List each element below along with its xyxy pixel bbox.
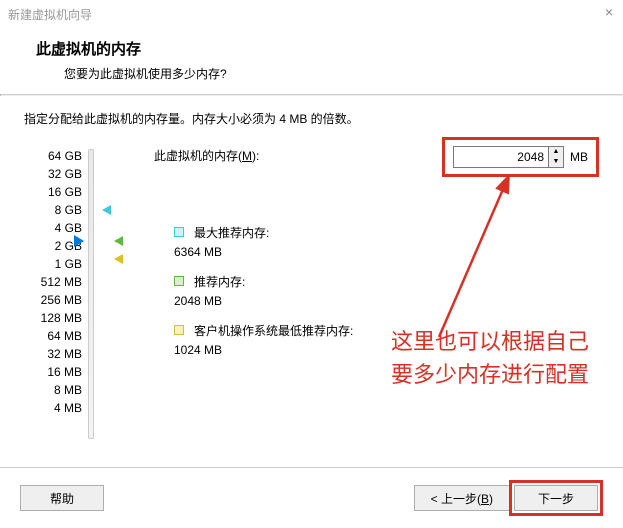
- legend-guest-min-label: 客户机操作系统最低推荐内存:: [194, 322, 353, 339]
- legend-recommended-label: 推荐内存:: [194, 273, 245, 290]
- scale-labels: 64 GB 32 GB 16 GB 8 GB 4 GB 2 GB 1 GB 51…: [24, 147, 82, 417]
- max-marker-icon: [102, 205, 111, 215]
- min-marker-icon: [114, 254, 123, 264]
- close-icon[interactable]: ×: [605, 4, 613, 20]
- memory-slider-track[interactable]: [88, 149, 94, 439]
- next-button[interactable]: 下一步: [514, 485, 598, 511]
- scale-tick: 1 GB: [24, 255, 82, 273]
- legend-recommended: 推荐内存:: [174, 273, 599, 290]
- memory-input-highlight: ▲ ▼ MB: [442, 137, 599, 177]
- recommended-marker-icon: [114, 236, 123, 246]
- legend-max-label: 最大推荐内存:: [194, 224, 269, 241]
- scale-tick: 64 GB: [24, 147, 82, 165]
- instruction-text: 指定分配给此虚拟机的内存量。内存大小必须为 4 MB 的倍数。: [24, 110, 599, 127]
- legend-max-value: 6364 MB: [174, 245, 222, 259]
- legend-max: 最大推荐内存:: [174, 224, 599, 241]
- main-area: 64 GB 32 GB 16 GB 8 GB 4 GB 2 GB 1 GB 51…: [24, 147, 599, 467]
- memory-input[interactable]: [453, 146, 549, 168]
- legend-guest-min-value: 1024 MB: [174, 343, 222, 357]
- legend-max-value-row: 6364 MB: [154, 245, 599, 259]
- legend-green-icon: [174, 276, 184, 286]
- scale-tick: 32 MB: [24, 345, 82, 363]
- content-area: 指定分配给此虚拟机的内存量。内存大小必须为 4 MB 的倍数。 64 GB 32…: [0, 96, 623, 477]
- scale-tick: 4 MB: [24, 399, 82, 417]
- scale-tick: 512 MB: [24, 273, 82, 291]
- spinner-up-icon[interactable]: ▲: [549, 147, 563, 157]
- scale-tick: 16 MB: [24, 363, 82, 381]
- next-button-highlight: 下一步: [509, 480, 603, 516]
- window-title: 新建虚拟机向导: [8, 6, 92, 23]
- scale-tick: 32 GB: [24, 165, 82, 183]
- wizard-header: 此虚拟机的内存 您要为此虚拟机使用多少内存?: [0, 28, 623, 94]
- memory-field-label: 此虚拟机的内存(M):: [154, 147, 259, 164]
- legend-recommended-value: 2048 MB: [174, 294, 222, 308]
- memory-spinner: ▲ ▼: [549, 146, 564, 168]
- spinner-down-icon[interactable]: ▼: [549, 157, 563, 167]
- help-button[interactable]: 帮助: [20, 485, 104, 511]
- footer: 帮助 < 上一步(B) 下一步: [0, 467, 623, 516]
- titlebar: 新建虚拟机向导 ×: [0, 0, 623, 28]
- scale-tick: 256 MB: [24, 291, 82, 309]
- legend-cyan-icon: [174, 227, 184, 237]
- legend-yellow-icon: [174, 325, 184, 335]
- memory-unit: MB: [570, 150, 588, 164]
- back-button[interactable]: < 上一步(B): [414, 485, 510, 511]
- page-subtitle: 您要为此虚拟机使用多少内存?: [64, 65, 599, 82]
- legend-recommended-value-row: 2048 MB: [154, 294, 599, 308]
- scale-tick: 128 MB: [24, 309, 82, 327]
- scale-tick: 8 MB: [24, 381, 82, 399]
- current-marker-icon[interactable]: [74, 235, 84, 247]
- right-panel: 此虚拟机的内存(M): ▲ ▼ MB 最大推荐内存: 6364 MB: [154, 147, 599, 371]
- page-title: 此虚拟机的内存: [36, 38, 599, 59]
- annotation-text: 这里也可以根据自己要多少内存进行配置: [391, 325, 601, 391]
- scale-tick: 8 GB: [24, 201, 82, 219]
- scale-tick: 64 MB: [24, 327, 82, 345]
- scale-tick: 16 GB: [24, 183, 82, 201]
